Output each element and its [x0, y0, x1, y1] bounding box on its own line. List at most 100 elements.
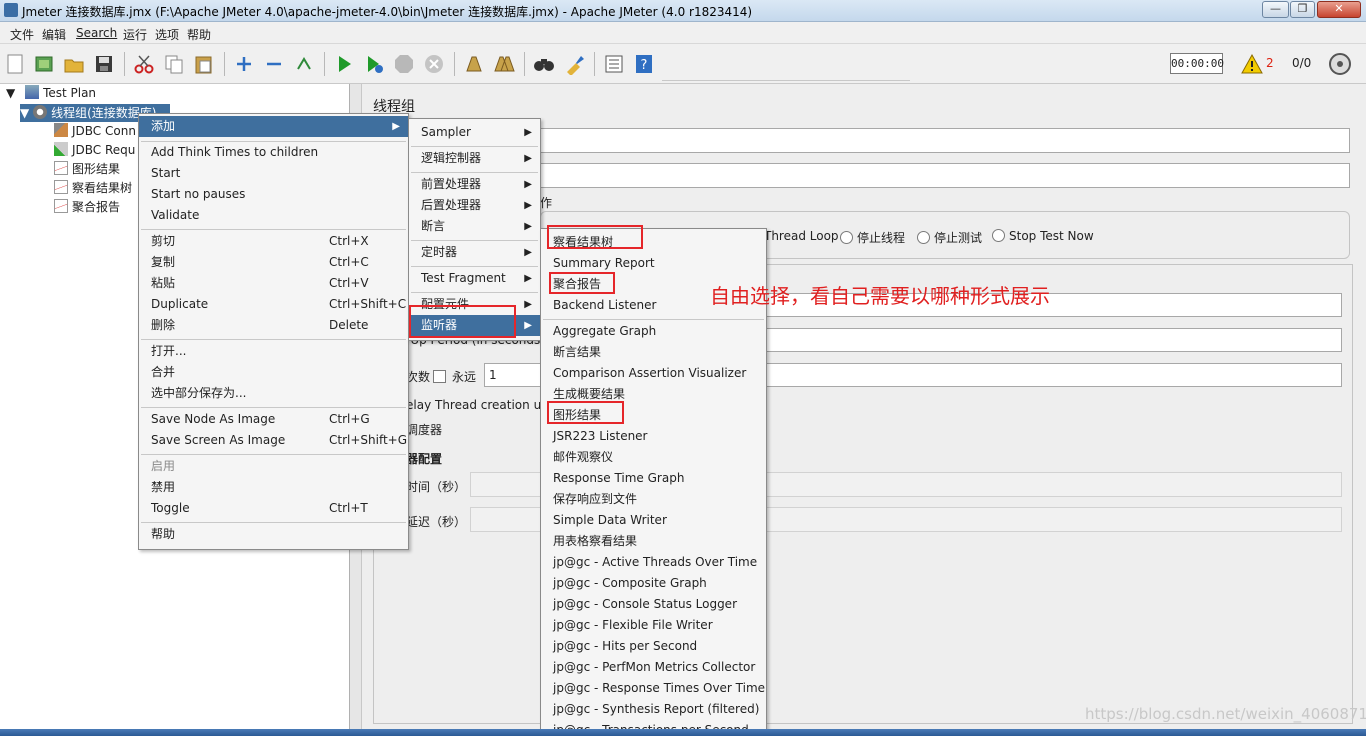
menu-item-save-node-image[interactable]: Save Node As Image Ctrl+G: [139, 409, 408, 430]
function-helper-icon[interactable]: [603, 53, 625, 75]
submenu-item-assertion[interactable]: 断言 ▶: [409, 216, 540, 237]
listener-item-simple-data-writer[interactable]: Simple Data Writer: [541, 510, 766, 531]
listener-item-aggregate-graph[interactable]: Aggregate Graph: [541, 321, 766, 342]
radio-stop-test[interactable]: 停止测试: [917, 229, 982, 246]
listener-item-view-results-table[interactable]: 用表格察看结果: [541, 531, 766, 552]
listener-item-assertion-results[interactable]: 断言结果: [541, 342, 766, 363]
listener-item-mailer[interactable]: 邮件观察仪: [541, 447, 766, 468]
menu-item-paste[interactable]: 粘贴 Ctrl+V: [139, 273, 408, 294]
menu-edit[interactable]: 编辑: [42, 26, 66, 43]
menu-item-copy[interactable]: 复制 Ctrl+C: [139, 252, 408, 273]
menu-item-disable[interactable]: 禁用: [139, 477, 408, 498]
menu-item-duplicate[interactable]: Duplicate Ctrl+Shift+C: [139, 294, 408, 315]
collapse-arrow-icon[interactable]: ▼: [20, 106, 29, 120]
delay-thread-creation-label: elay Thread creation unt: [406, 398, 554, 412]
menu-item-cut[interactable]: 剪切 Ctrl+X: [139, 231, 408, 252]
tree-node-jdbc-request[interactable]: JDBC Requ: [54, 141, 135, 159]
test-plan-icon: [25, 85, 40, 99]
menu-item-start-no-pauses[interactable]: Start no pauses: [139, 184, 408, 205]
tree-node-graph-results[interactable]: 图形结果: [54, 160, 120, 178]
listener-item-perfmon[interactable]: jp@gc - PerfMon Metrics Collector: [541, 657, 766, 678]
menu-separator: [141, 229, 406, 230]
menu-item-open[interactable]: 打开...: [139, 341, 408, 362]
shutdown-icon[interactable]: [423, 53, 445, 75]
tree-node-test-plan[interactable]: ▼ Test Plan: [6, 84, 96, 102]
tree-node-jdbc-connection[interactable]: JDBC Conn: [54, 122, 136, 140]
radio-stop-test-now[interactable]: Stop Test Now: [992, 229, 1094, 243]
listener-item-summary-report[interactable]: Summary Report: [541, 253, 766, 274]
menu-item-help[interactable]: 帮助: [139, 524, 408, 545]
listener-item-jsr223[interactable]: JSR223 Listener: [541, 426, 766, 447]
radio-circle[interactable]: [917, 231, 930, 244]
toggle-icon[interactable]: [293, 53, 315, 75]
submenu-item-logic-controller[interactable]: 逻辑控制器 ▶: [409, 148, 540, 169]
collapse-arrow-icon[interactable]: ▼: [6, 86, 15, 100]
listener-item-active-threads[interactable]: jp@gc - Active Threads Over Time: [541, 552, 766, 573]
menu-item-merge[interactable]: 合并: [139, 362, 408, 383]
radio-circle[interactable]: [992, 229, 1005, 242]
open-icon[interactable]: [63, 53, 85, 75]
minimize-button[interactable]: —: [1262, 1, 1289, 18]
menu-item-save-screen-image[interactable]: Save Screen As Image Ctrl+Shift+G: [139, 430, 408, 451]
submenu-item-sampler[interactable]: Sampler ▶: [409, 122, 540, 143]
listener-item-response-times-over-time[interactable]: jp@gc - Response Times Over Time: [541, 678, 766, 699]
submenu-item-timer[interactable]: 定时器 ▶: [409, 242, 540, 263]
checkbox-box[interactable]: [433, 370, 446, 383]
listener-item-save-responses[interactable]: 保存响应到文件: [541, 489, 766, 510]
menu-run[interactable]: 运行: [123, 26, 147, 43]
listener-item-console-status-logger[interactable]: jp@gc - Console Status Logger: [541, 594, 766, 615]
ramp-up-field[interactable]: [764, 328, 1342, 352]
start-no-pauses-icon[interactable]: [363, 53, 385, 75]
warning-icon[interactable]: [1241, 54, 1263, 74]
save-icon[interactable]: [93, 53, 115, 75]
radio-stop-thread[interactable]: 停止线程: [840, 229, 905, 246]
radio-start-next-loop[interactable]: Thread Loop: [764, 229, 839, 243]
clear-icon[interactable]: [463, 53, 485, 75]
templates-icon[interactable]: [33, 53, 55, 75]
expand-icon[interactable]: [233, 53, 255, 75]
listener-item-synthesis-report[interactable]: jp@gc - Synthesis Report (filtered): [541, 699, 766, 720]
submenu-item-test-fragment[interactable]: Test Fragment ▶: [409, 268, 540, 289]
menu-search[interactable]: Search: [76, 26, 117, 40]
collapse-icon[interactable]: [263, 53, 285, 75]
submenu-item-post-processor[interactable]: 后置处理器 ▶: [409, 195, 540, 216]
close-button[interactable]: ✕: [1317, 1, 1361, 18]
tree-node-aggregate-report[interactable]: 聚合报告: [54, 198, 120, 216]
paste-icon[interactable]: [193, 53, 215, 75]
radio-circle[interactable]: [840, 231, 853, 244]
maximize-button[interactable]: ❐: [1290, 1, 1315, 18]
start-icon[interactable]: [333, 53, 355, 75]
menu-item-validate[interactable]: Validate: [139, 205, 408, 226]
menu-options[interactable]: 选项: [155, 26, 179, 43]
stop-icon[interactable]: [393, 53, 415, 75]
menu-item-toggle[interactable]: Toggle Ctrl+T: [139, 498, 408, 519]
help-icon[interactable]: ?: [633, 53, 655, 75]
listener-item-response-time-graph[interactable]: Response Time Graph: [541, 468, 766, 489]
cut-icon[interactable]: [133, 53, 155, 75]
copy-icon[interactable]: [163, 53, 185, 75]
listener-item-comparison-assertion[interactable]: Comparison Assertion Visualizer: [541, 363, 766, 384]
submenu-item-pre-processor[interactable]: 前置处理器 ▶: [409, 174, 540, 195]
listener-item-hits-per-second[interactable]: jp@gc - Hits per Second: [541, 636, 766, 657]
name-field[interactable]: [540, 128, 1350, 153]
new-file-icon[interactable]: [4, 53, 26, 75]
menu-item-start[interactable]: Start: [139, 163, 408, 184]
radio-label: 停止线程: [857, 231, 906, 245]
menu-item-save-selection[interactable]: 选中部分保存为...: [139, 383, 408, 404]
listener-chart-icon: [54, 180, 68, 194]
menu-file[interactable]: 文件: [10, 26, 34, 43]
menu-item-delete[interactable]: 删除 Delete: [139, 315, 408, 336]
menu-item-add-think-times[interactable]: Add Think Times to children: [139, 142, 408, 163]
submenu-arrow-icon: ▶: [524, 247, 532, 258]
listener-item-composite-graph[interactable]: jp@gc - Composite Graph: [541, 573, 766, 594]
tree-node-view-results-tree[interactable]: 察看结果树: [54, 179, 132, 197]
search-icon[interactable]: [533, 53, 555, 75]
listener-item-flexible-file-writer[interactable]: jp@gc - Flexible File Writer: [541, 615, 766, 636]
tree-label: 聚合报告: [72, 200, 121, 214]
menu-help[interactable]: 帮助: [187, 26, 211, 43]
comments-field[interactable]: [540, 163, 1350, 188]
reset-search-icon[interactable]: [563, 53, 585, 75]
menu-item-add[interactable]: 添加 ▶: [139, 116, 408, 137]
forever-checkbox[interactable]: 永远: [433, 368, 476, 385]
clear-all-icon[interactable]: [493, 53, 515, 75]
